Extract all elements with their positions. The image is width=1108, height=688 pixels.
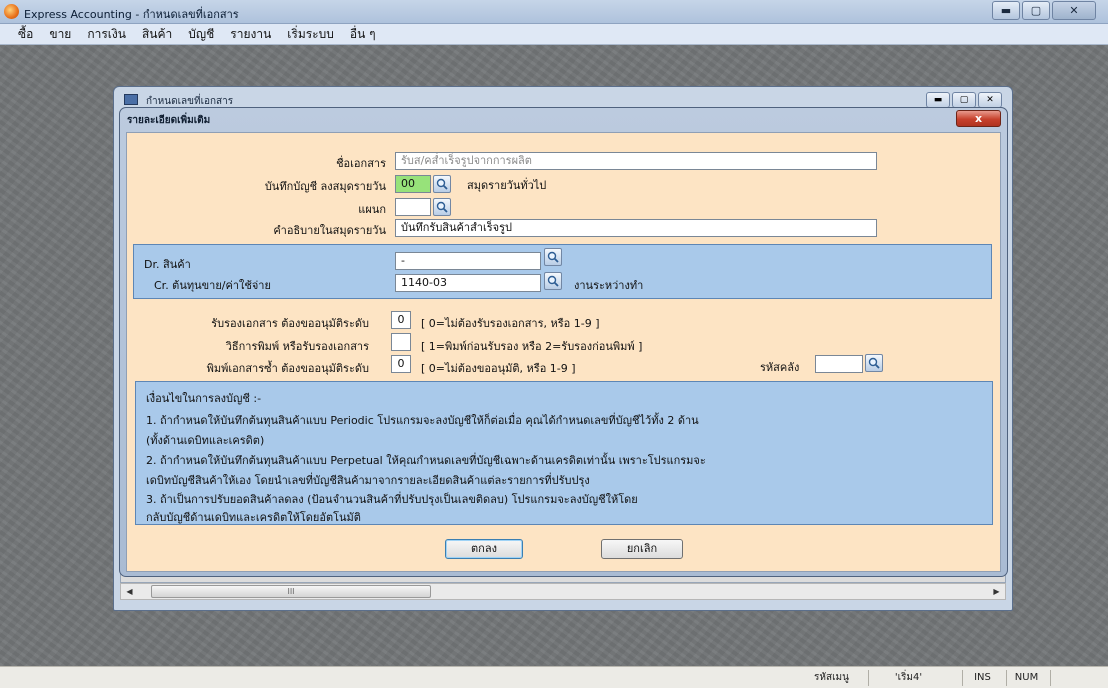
maximize-button[interactable]: ▢ — [1022, 1, 1050, 20]
minimize-button[interactable]: ▬ — [992, 1, 1020, 20]
approve-level-label: รับรองเอกสาร ต้องขออนุมัติระดับ — [211, 317, 369, 330]
department-field[interactable] — [395, 198, 431, 216]
warehouse-field[interactable] — [815, 355, 863, 373]
journal-code-field[interactable]: 00 — [395, 175, 431, 193]
scroll-left-icon[interactable]: ◀ — [121, 584, 138, 599]
warehouse-label: รหัสคลัง — [760, 361, 800, 374]
credit-account-field[interactable]: 1140-03 — [395, 274, 541, 292]
condition-line: 2. ถ้ากำหนดให้บันทึกต้นทุนสินค้าแบบ Perp… — [146, 454, 706, 467]
scroll-right-icon[interactable]: ▶ — [988, 584, 1005, 599]
reprint-level-hint: [ 0=ไม่ต้องขออนุมัติ, หรือ 1-9 ] — [421, 362, 576, 375]
warehouse-search-icon[interactable] — [865, 354, 883, 372]
menu-item-accounts[interactable]: บัญชี — [180, 25, 222, 44]
menu-item-finance[interactable]: การเงิน — [79, 25, 134, 44]
approve-level-hint: [ 0=ไม่ต้องรับรองเอกสาร, หรือ 1-9 ] — [421, 317, 600, 330]
child-window-controls: ▬ ▢ ✕ — [926, 92, 1002, 108]
approve-level-field[interactable]: 0 — [391, 311, 411, 329]
child-maximize-button[interactable]: ▢ — [952, 92, 976, 108]
status-cell-empty — [1050, 670, 1100, 686]
accounts-panel: Dr. สินค้า - Cr. ต้นทุนขาย/ค่าใช้จ่าย 11… — [133, 244, 992, 299]
credit-account-label: Cr. ต้นทุนขาย/ค่าใช้จ่าย — [154, 279, 271, 292]
menu-item-purchase[interactable]: ซื้อ — [10, 25, 41, 44]
reprint-level-field[interactable]: 0 — [391, 355, 411, 373]
menu-bar: ซื้อ ขาย การเงิน สินค้า บัญชี รายงาน เริ… — [0, 24, 1108, 45]
ins-indicator: INS — [962, 670, 1002, 686]
app-titlebar: Express Accounting - กำหนดเลขที่เอกสาร ▬… — [0, 0, 1108, 24]
journal-desc-text: สมุดรายวันทั่วไป — [467, 179, 547, 192]
menu-item-inventory[interactable]: สินค้า — [134, 25, 180, 44]
print-method-field[interactable] — [391, 333, 411, 351]
journal-description-label: คำอธิบายในสมุดรายวัน — [273, 224, 386, 237]
reprint-level-label: พิมพ์เอกสารซ้ำ ต้องขออนุมัติระดับ — [206, 362, 369, 375]
debit-account-search-icon[interactable] — [544, 248, 562, 266]
child-minimize-button[interactable]: ▬ — [926, 92, 950, 108]
menu-item-reports[interactable]: รายงาน — [222, 25, 279, 44]
debit-account-label: Dr. สินค้า — [144, 258, 191, 271]
conditions-panel: เงื่อนไขในการลงบัญชี :- 1. ถ้ากำหนดให้บั… — [135, 381, 993, 525]
window-controls: ▬ ▢ ✕ — [992, 1, 1096, 20]
print-method-hint: [ 1=พิมพ์ก่อนรับรอง หรือ 2=รับรองก่อนพิม… — [421, 340, 643, 353]
credit-account-desc: งานระหว่างทำ — [574, 279, 644, 292]
credit-account-search-icon[interactable] — [544, 272, 562, 290]
department-search-icon[interactable] — [433, 198, 451, 216]
child-close-button[interactable]: ✕ — [978, 92, 1002, 108]
menu-code-value: 'เริ่ม4' — [868, 670, 948, 686]
scroll-thumb[interactable]: III — [151, 585, 431, 598]
condition-line: เดบิทบัญชีสินค้าให้เอง โดยนำเลขที่บัญชีส… — [146, 474, 590, 487]
details-dialog: รายละเอียดเพิ่มเติม x ชื่อเอกสาร รับส/คส… — [119, 107, 1008, 577]
menu-item-setup[interactable]: เริ่มระบบ — [279, 25, 342, 44]
ok-button[interactable]: ตกลง — [445, 539, 523, 559]
print-method-label: วิธีการพิมพ์ หรือรับรองเอกสาร — [225, 340, 369, 353]
journal-description-field[interactable]: บันทึกรับสินค้าสำเร็จรูป — [395, 219, 877, 237]
menu-item-other[interactable]: อื่น ๆ — [342, 25, 384, 44]
close-button[interactable]: ✕ — [1052, 1, 1096, 20]
condition-line: 1. ถ้ากำหนดให้บันทึกต้นทุนสินค้าแบบ Peri… — [146, 414, 699, 427]
window-icon — [124, 94, 138, 105]
condition-line: กลับบัญชีด้านเดบิทและเครดิตให้โดยอัตโนมั… — [146, 511, 361, 524]
debit-account-field[interactable]: - — [395, 252, 541, 270]
status-bar: รหัสเมนู 'เริ่ม4' INS NUM — [0, 666, 1108, 688]
menu-item-sales[interactable]: ขาย — [41, 25, 79, 44]
cancel-button[interactable]: ยกเลิก — [601, 539, 683, 559]
department-label: แผนก — [358, 203, 386, 216]
dialog-close-button[interactable]: x — [956, 110, 1001, 127]
app-title: Express Accounting - กำหนดเลขที่เอกสาร — [24, 8, 239, 21]
doc-name-label: ชื่อเอกสาร — [336, 157, 386, 170]
dialog-title: รายละเอียดเพิ่มเติม — [127, 115, 211, 126]
condition-line: 3. ถ้าเป็นการปรับยอดสินค้าลดลง (ป้อนจำนว… — [146, 493, 638, 506]
num-indicator: NUM — [1006, 670, 1046, 686]
condition-line: (ทั้งด้านเดบิทและเครดิต) — [146, 434, 265, 447]
horizontal-scrollbar[interactable]: ◀ III ▶ — [120, 583, 1006, 600]
app-logo-icon — [4, 4, 19, 19]
conditions-heading: เงื่อนไขในการลงบัญชี :- — [146, 392, 262, 405]
menu-code-label: รหัสเมนู — [814, 672, 849, 683]
journal-search-icon[interactable] — [433, 175, 451, 193]
journal-label: บันทึกบัญชี ลงสมุดรายวัน — [264, 180, 386, 193]
doc-name-field[interactable]: รับส/คส่ำเร็จรูปจากการผลิต — [395, 152, 877, 170]
dialog-body: ชื่อเอกสาร รับส/คส่ำเร็จรูปจากการผลิต บั… — [126, 132, 1001, 572]
